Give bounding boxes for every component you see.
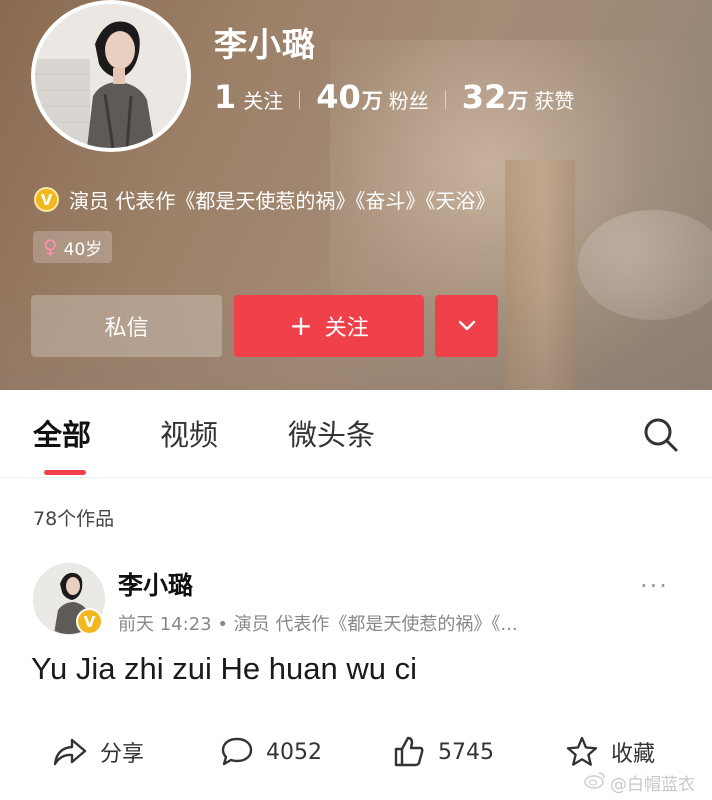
works-count: 78个作品 xyxy=(33,508,115,530)
content-tabs: 全部 视频 微头条 xyxy=(0,390,712,478)
verification-text: 演员 代表作《都是天使惹的祸》《奋斗》《天浴》 xyxy=(69,189,496,213)
share-label: 分享 xyxy=(100,742,145,767)
follow-button-label: 关注 xyxy=(324,316,369,341)
stat-following[interactable]: 1 关注 xyxy=(214,78,283,116)
star-icon xyxy=(566,736,598,766)
stat-divider xyxy=(299,91,301,109)
post-meta: 前天 14:23 • 演员 代表作《都是天使惹的祸》《... xyxy=(118,614,518,635)
post-more-options-button[interactable]: ··· xyxy=(640,572,669,600)
like-icon xyxy=(394,736,424,767)
comment-count: 4052 xyxy=(266,739,322,765)
stat-followers-count: 40 xyxy=(316,78,361,116)
post-verified-badge-icon: V xyxy=(76,608,103,635)
stat-following-count: 1 xyxy=(214,78,237,116)
weibo-icon xyxy=(584,771,606,794)
like-button[interactable]: 5745 xyxy=(392,730,494,774)
message-button-label: 私信 xyxy=(104,316,149,341)
stat-following-label: 关注 xyxy=(243,89,284,113)
share-button[interactable]: 分享 xyxy=(52,730,144,774)
profile-header: 李小璐 1 关注 40 万 粉丝 32 万 获赞 V 演员 代表作《都是天使惹的… xyxy=(0,0,712,390)
age-text: 40岁 xyxy=(63,239,103,260)
profile-avatar[interactable] xyxy=(31,0,191,152)
verification-info: V 演员 代表作《都是天使惹的祸》《奋斗》《天浴》 xyxy=(34,185,495,214)
search-button[interactable] xyxy=(642,416,680,454)
share-icon xyxy=(53,738,87,766)
avatar-photo xyxy=(35,4,187,148)
profile-name: 李小璐 xyxy=(214,25,316,64)
favorite-button[interactable]: 收藏 xyxy=(565,730,655,774)
tab-micro-headline[interactable]: 微头条 xyxy=(288,412,375,454)
active-tab-indicator xyxy=(44,470,86,475)
comment-icon xyxy=(221,737,253,766)
chevron-down-icon xyxy=(458,320,475,331)
stat-likes-unit: 万 xyxy=(507,89,529,113)
stat-followers-unit: 万 xyxy=(361,89,383,113)
post-author-name[interactable]: 李小璐 xyxy=(118,566,193,602)
stat-likes-count: 32 xyxy=(461,78,507,116)
like-count: 5745 xyxy=(438,739,494,765)
stat-followers[interactable]: 40 万 粉丝 xyxy=(316,78,429,116)
favorite-label: 收藏 xyxy=(611,742,656,767)
gender-age-tag: ♀ 40岁 xyxy=(33,231,113,263)
stat-followers-label: 粉丝 xyxy=(388,89,429,113)
female-icon: ♀ xyxy=(43,235,58,259)
stat-likes-label: 获赞 xyxy=(534,89,575,113)
comment-button[interactable]: 4052 xyxy=(220,730,322,774)
profile-stats: 1 关注 40 万 粉丝 32 万 获赞 xyxy=(214,78,574,122)
plus-icon: + xyxy=(289,309,313,342)
stat-likes[interactable]: 32 万 获赞 xyxy=(462,78,575,116)
follow-button[interactable]: + 关注 xyxy=(234,295,424,357)
post-text[interactable]: Yu Jia zhi zui He huan wu ci xyxy=(31,651,417,687)
message-button[interactable]: 私信 xyxy=(31,295,222,357)
verified-badge-icon: V xyxy=(34,187,59,212)
watermark-text: @白帽蓝衣 xyxy=(610,775,695,795)
stat-divider xyxy=(444,91,446,109)
tab-video[interactable]: 视频 xyxy=(160,412,218,454)
more-options-button[interactable] xyxy=(435,295,498,357)
watermark: @白帽蓝衣 xyxy=(584,770,695,795)
tab-all[interactable]: 全部 xyxy=(33,412,91,454)
search-icon xyxy=(644,418,678,452)
